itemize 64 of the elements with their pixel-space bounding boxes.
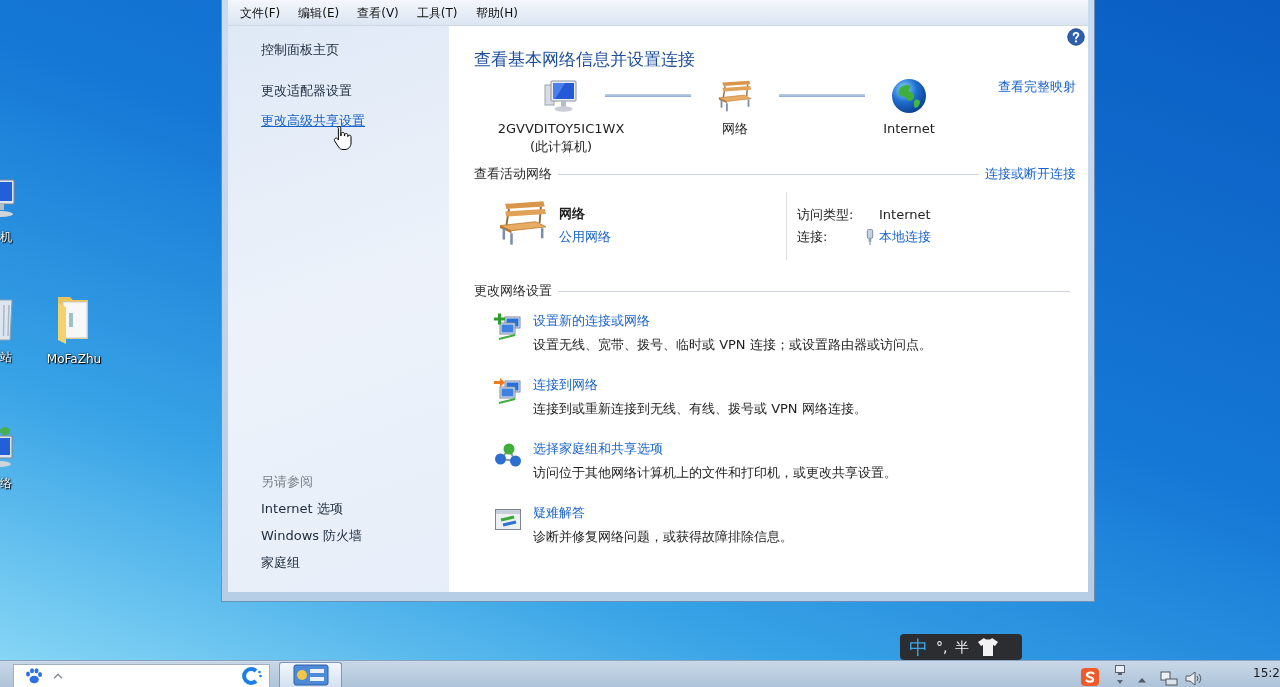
node-label: 网络: [722, 120, 748, 138]
width-button[interactable]: 半: [951, 637, 974, 657]
menu-item[interactable]: 帮助(H): [466, 3, 527, 22]
s-logo-icon[interactable]: [1081, 668, 1100, 686]
node-label: Internet: [883, 120, 935, 138]
ring-logo-icon[interactable]: [242, 667, 262, 685]
sidebar-link[interactable]: 控制面板主页: [261, 41, 339, 59]
network-name: 网络: [559, 205, 585, 223]
section-heading: 更改网络设置: [474, 282, 552, 300]
taskbar-app-button[interactable]: [279, 662, 342, 687]
task-link[interactable]: 连接到网络: [533, 376, 598, 394]
sidebar-link[interactable]: 更改高级共享设置: [261, 113, 365, 128]
clock-time[interactable]: 15:2: [1203, 665, 1280, 681]
connect-disconnect-link[interactable]: 连接或断开连接: [985, 165, 1076, 183]
speaker-icon[interactable]: [1185, 671, 1204, 686]
desktop-icon-label[interactable]: 机: [0, 229, 12, 245]
network-plus-icon: [494, 313, 522, 341]
punctuation-button[interactable]: °,: [932, 637, 952, 657]
globe-icon: [891, 78, 927, 114]
see-also-heading: 另请参阅: [261, 473, 313, 491]
connection-link[interactable]: 本地连接: [879, 228, 931, 246]
hand-cursor-icon: [333, 125, 353, 151]
task-description: 诊断并修复网络问题，或获得故障排除信息。: [533, 528, 793, 546]
node-note: (此计算机): [529, 138, 593, 156]
network-icon[interactable]: [1160, 671, 1179, 686]
control-panel-icon: [292, 664, 329, 686]
menu-item[interactable]: 编辑(E): [289, 3, 349, 22]
task-link[interactable]: 选择家庭组和共享选项: [533, 440, 663, 458]
detail-label: 连接:: [797, 228, 828, 246]
small-monitor-icon[interactable]: [1114, 664, 1127, 686]
menu-item[interactable]: 查看(V): [348, 3, 408, 22]
recycle-bin-icon[interactable]: [0, 296, 14, 342]
task-description: 设置无线、宽带、拨号、临时或 VPN 连接；或设置路由器或访问点。: [533, 336, 932, 354]
task-description: 连接到或重新连接到无线、有线、拨号或 VPN 网络连接。: [533, 400, 867, 418]
node-label: 2GVVDITOY5IC1WX: [497, 120, 625, 138]
search-field[interactable]: [13, 664, 270, 687]
bench-icon: [717, 78, 753, 114]
network-computer-icon[interactable]: [0, 426, 14, 468]
network-type-link[interactable]: 公用网络: [559, 228, 611, 246]
shirt-icon[interactable]: [977, 637, 1000, 657]
chevron-up-icon[interactable]: [53, 673, 63, 679]
computer-icon: [543, 78, 579, 114]
task-link[interactable]: 疑难解答: [533, 504, 585, 522]
task-link[interactable]: 设置新的连接或网络: [533, 312, 650, 330]
page-title: 查看基本网络信息并设置连接: [474, 48, 696, 70]
menu-item[interactable]: 文件(F): [231, 3, 290, 22]
sidebar-link[interactable]: 更改适配器设置: [261, 83, 352, 98]
bench-icon: [497, 200, 549, 246]
detail-value: Internet: [879, 206, 931, 224]
sidebar-link[interactable]: 家庭组: [261, 554, 300, 572]
sidebar-link[interactable]: Internet 选项: [261, 500, 343, 518]
cable-icon: [865, 229, 875, 245]
chevron-up-icon[interactable]: [1137, 677, 1148, 683]
section-heading: 查看活动网络: [474, 165, 552, 183]
menu-item[interactable]: 工具(T): [407, 3, 467, 22]
help-icon[interactable]: [1067, 28, 1085, 46]
full-map-link[interactable]: 查看完整映射: [998, 78, 1076, 96]
task-description: 访问位于其他网络计算机上的文件和打印机，或更改共享设置。: [533, 464, 897, 482]
connected-spheres-icon: [494, 441, 522, 469]
detail-label: 访问类型:: [797, 206, 854, 224]
network-arrow-icon: [494, 377, 522, 405]
paw-icon[interactable]: [25, 668, 43, 684]
sidebar-link[interactable]: Windows 防火墙: [261, 527, 363, 545]
ime-mode-button[interactable]: 中: [905, 635, 932, 659]
